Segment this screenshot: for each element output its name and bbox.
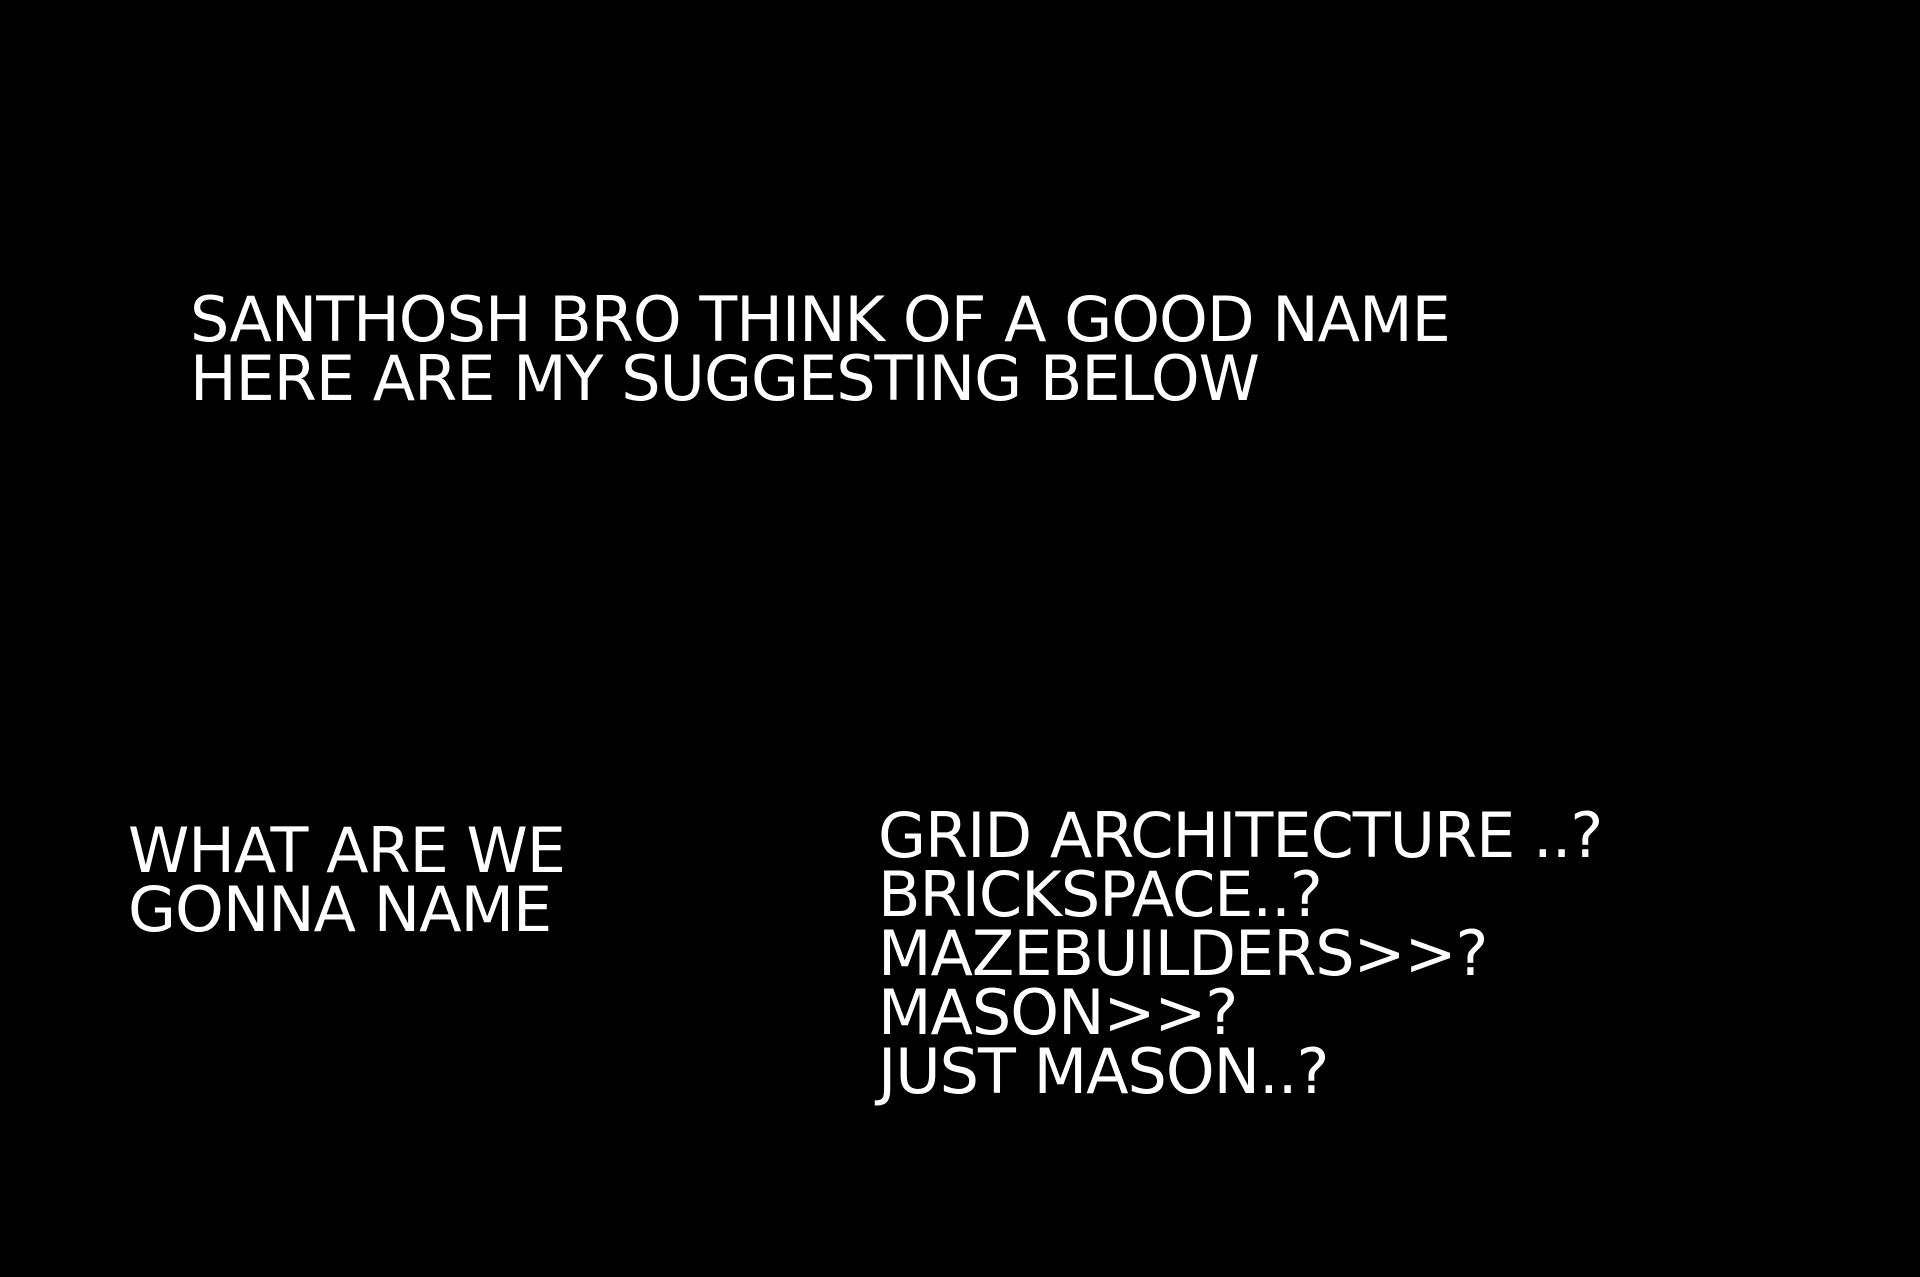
suggestion-list: GRID ARCHITECTURE ..? BRICKSPACE..? MAZE… [878,799,1603,1108]
question-text: WHAT ARE WE GONNA NAME [128,814,566,946]
suggestion-item-grid-architecture: GRID ARCHITECTURE ..? [878,799,1603,872]
suggestion-item-just-mason: JUST MASON..? [878,1035,1329,1108]
heading-line-1: SANTHOSH BRO THINK OF A GOOD NAME [190,283,1451,356]
suggestion-item-brickspace: BRICKSPACE..? [878,858,1323,931]
heading-line-2: HERE ARE MY SUGGESTING BELOW [190,342,1260,415]
suggestion-item-mazebuilders: MAZEBUILDERS>>? [878,917,1488,990]
heading-text: SANTHOSH BRO THINK OF A GOOD NAME HERE A… [190,283,1451,415]
question-line-2: GONNA NAME [128,873,552,946]
suggestion-item-mason: MASON>>? [878,976,1238,1049]
question-line-1: WHAT ARE WE [128,814,566,887]
slide-background: { "background_color": "#000000", "text_c… [0,0,1920,1277]
